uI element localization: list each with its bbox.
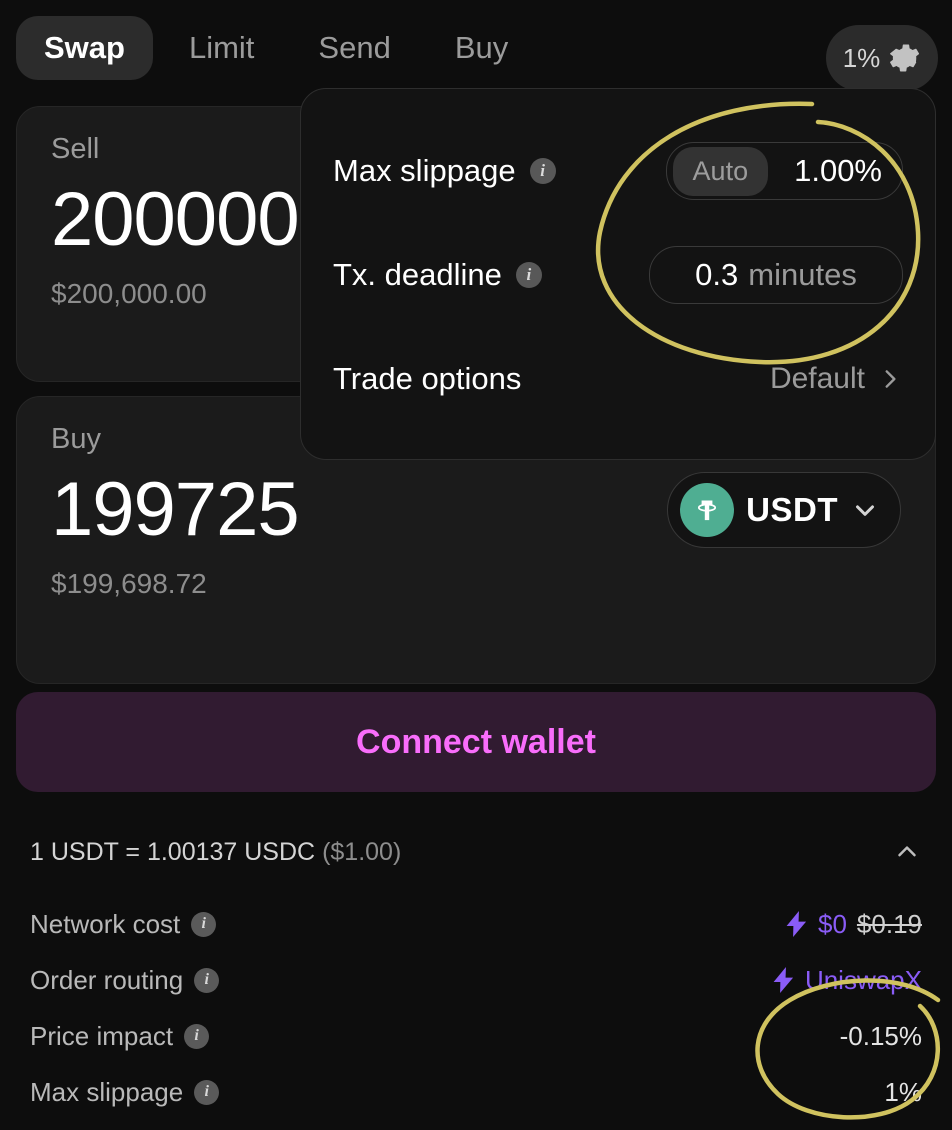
popup-row-trade-options[interactable]: Trade options Default: [333, 327, 903, 431]
lightning-bolt-icon: [773, 967, 794, 993]
sell-amount-input[interactable]: 200000: [51, 180, 300, 260]
chevron-right-icon[interactable]: [877, 366, 903, 392]
detail-row-order-routing: Order routing i UniswapX: [30, 952, 922, 1008]
buy-amount-row: 199725 USDT: [51, 470, 901, 550]
detail-label-network-cost: Network cost i: [30, 908, 217, 940]
detail-row-network-cost: Network cost i $0 $0.19: [30, 896, 922, 952]
detail-row-price-impact: Price impact i -0.15%: [30, 1008, 922, 1064]
info-icon[interactable]: i: [184, 1023, 210, 1049]
settings-chip[interactable]: 1%: [826, 25, 938, 91]
exchange-rate-row[interactable]: 1 USDT = 1.00137 USDC ($1.00): [30, 832, 922, 872]
popup-label-text: Trade options: [333, 361, 522, 396]
info-icon[interactable]: i: [515, 262, 542, 288]
connect-wallet-button[interactable]: Connect wallet: [16, 692, 936, 792]
exchange-rate-fiat: ($1.00): [322, 837, 402, 866]
detail-value-max-slippage: 1%: [884, 1077, 922, 1108]
exchange-rate-value: 1 USDT = 1.00137 USDC: [30, 837, 316, 866]
popup-row-max-slippage: Max slippage i Auto 1.00%: [333, 119, 903, 223]
order-routing-value: UniswapX: [804, 964, 922, 995]
top-tab-bar: Swap Limit Send Buy: [0, 0, 952, 96]
popup-label-text: Tx. deadline: [333, 257, 502, 292]
detail-label-text: Max slippage: [30, 1076, 184, 1107]
tab-buy[interactable]: Buy: [427, 16, 536, 80]
max-slippage-field[interactable]: Auto 1.00%: [665, 142, 903, 200]
buy-token-selector[interactable]: USDT: [667, 471, 901, 548]
popup-row-tx-deadline: Tx. deadline i 0.3 minutes: [333, 223, 903, 327]
lightning-bolt-icon: [786, 911, 807, 937]
tab-limit[interactable]: Limit: [161, 16, 282, 80]
network-cost-value: $0: [818, 908, 847, 939]
settings-slippage-label: 1%: [842, 42, 881, 73]
buy-token-symbol: USDT: [746, 490, 838, 528]
trade-options-value[interactable]: Default: [770, 362, 903, 396]
price-impact-value: -0.15%: [839, 1020, 922, 1051]
buy-amount-input[interactable]: 199725: [51, 470, 300, 550]
info-icon[interactable]: i: [191, 911, 217, 937]
detail-label-text: Order routing: [30, 964, 184, 995]
tether-logo-icon: [680, 482, 735, 537]
settings-popup: Max slippage i Auto 1.00% Tx. deadline i…: [300, 88, 936, 460]
popup-label-text: Max slippage: [333, 153, 516, 188]
popup-label-max-slippage: Max slippage i: [333, 153, 556, 189]
trade-details-list: Network cost i $0 $0.19 Order routing i …: [30, 896, 922, 1120]
detail-value-order-routing: UniswapX: [773, 965, 922, 996]
network-cost-original: $0.19: [856, 908, 922, 939]
exchange-rate-text: 1 USDT = 1.00137 USDC ($1.00): [30, 838, 401, 867]
detail-label-text: Network cost: [30, 908, 181, 939]
max-slippage-value: 1%: [884, 1076, 922, 1107]
swap-app: Swap Limit Send Buy 1% Sell 200000 $200,…: [0, 0, 952, 1130]
detail-label-order-routing: Order routing i: [30, 964, 220, 996]
detail-label-max-slippage: Max slippage i: [30, 1076, 220, 1108]
detail-label-price-impact: Price impact i: [30, 1020, 210, 1052]
detail-label-text: Price impact: [30, 1020, 174, 1051]
chevron-up-icon[interactable]: [892, 837, 922, 867]
popup-label-tx-deadline: Tx. deadline i: [333, 257, 542, 293]
info-icon[interactable]: i: [194, 1079, 220, 1105]
auto-slippage-toggle[interactable]: Auto: [672, 146, 769, 196]
info-icon[interactable]: i: [194, 967, 220, 993]
popup-label-trade-options: Trade options: [333, 361, 521, 397]
tab-send[interactable]: Send: [290, 16, 418, 80]
tx-deadline-field[interactable]: 0.3 minutes: [649, 246, 903, 304]
detail-value-network-cost: $0 $0.19: [786, 909, 922, 940]
tab-swap[interactable]: Swap: [16, 16, 153, 80]
chevron-down-icon[interactable]: [850, 495, 880, 525]
tab-list: Swap Limit Send Buy: [16, 16, 536, 80]
gear-icon[interactable]: [887, 41, 921, 75]
detail-value-price-impact: -0.15%: [840, 1021, 922, 1052]
detail-row-max-slippage: Max slippage i 1%: [30, 1064, 922, 1120]
tx-deadline-unit: minutes: [748, 257, 857, 292]
trade-options-text: Default: [769, 362, 865, 395]
info-icon[interactable]: i: [529, 158, 556, 184]
max-slippage-input[interactable]: 1.00%: [794, 153, 882, 189]
buy-fiat-value: $199,698.72: [51, 567, 207, 599]
tx-deadline-input[interactable]: 0.3: [695, 257, 738, 293]
